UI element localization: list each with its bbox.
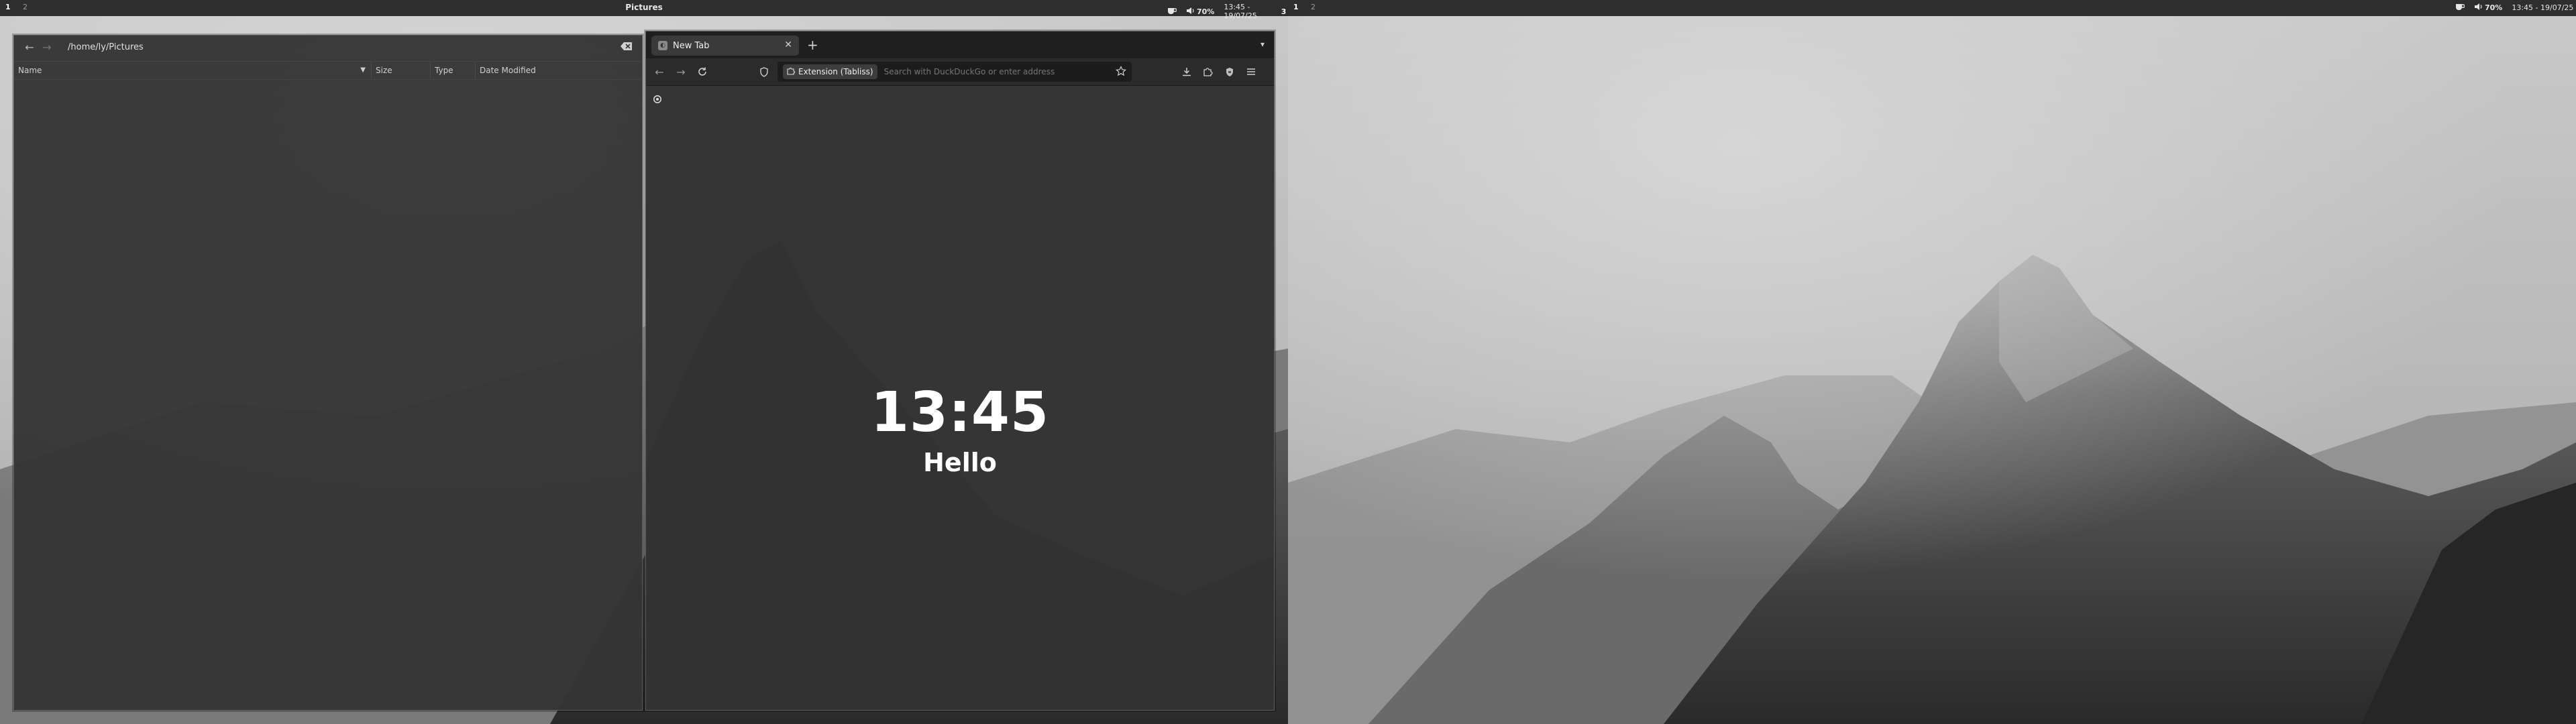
extension-identity-chip[interactable]: Extension (Tabliss) (783, 64, 877, 79)
workspace-2[interactable]: 2 (1311, 3, 1316, 11)
extensions-puzzle-icon[interactable] (1201, 65, 1215, 78)
speaker-icon (1186, 7, 1195, 17)
ublock-shield-icon[interactable] (1223, 65, 1236, 78)
forward-arrow-icon[interactable]: → (38, 38, 56, 56)
forward-arrow-icon[interactable]: → (674, 65, 688, 78)
back-arrow-icon[interactable]: ← (21, 38, 38, 56)
volume-indicator[interactable]: 70% (2474, 3, 2502, 13)
workspace-1[interactable]: 1 (1293, 3, 1299, 11)
volume-level: 70% (1197, 7, 1215, 16)
file-list-area[interactable] (14, 80, 642, 710)
tabliss-favicon-icon: ◐ (658, 41, 667, 50)
close-tab-icon[interactable]: ✕ (784, 40, 792, 50)
downloads-icon[interactable] (1180, 65, 1193, 78)
address-input[interactable] (883, 67, 1106, 76)
file-manager-toolbar: ← → /home/ly/Pictures (14, 36, 642, 58)
top-bar: 1 2 Pictures 70% 13:45 - 19/07/25 3 4 (0, 0, 1288, 20)
coffee-icon[interactable] (1167, 7, 1177, 17)
tabliss-greeting: Hello (923, 448, 997, 477)
location-path[interactable]: /home/ly/Pictures (68, 42, 144, 52)
reload-icon[interactable] (696, 65, 709, 78)
puzzle-piece-icon (787, 67, 795, 77)
top-bar: 1 2 70% 13:45 - 19/07/25 (1288, 0, 2576, 16)
volume-level: 70% (2485, 3, 2503, 12)
address-bar[interactable]: Extension (Tabliss) (777, 62, 1132, 82)
column-name[interactable]: Name ▼ (14, 62, 372, 79)
settings-gear-icon[interactable] (653, 94, 662, 107)
coffee-icon[interactable] (2455, 3, 2465, 13)
new-tab-plus-icon[interactable]: + (807, 37, 818, 53)
navigation-bar: ← → Extension (Tabliss) (646, 58, 1274, 86)
file-list-header: Name ▼ Size Type Date Modified (14, 61, 642, 80)
clock-date[interactable]: 13:45 - 19/07/25 (1224, 3, 1256, 20)
shield-icon[interactable] (757, 65, 771, 78)
tab-new-tab[interactable]: ◐ New Tab ✕ (651, 36, 799, 56)
list-all-tabs-chevron-icon[interactable]: ▾ (1260, 40, 1265, 49)
new-tab-page: 13:45 Hello (646, 86, 1274, 710)
right-monitor: 1 2 70% 13:45 - 19/07/25 (1288, 0, 2576, 724)
volume-indicator[interactable]: 70% (1186, 7, 1214, 17)
column-size[interactable]: Size (372, 62, 431, 79)
tab-title: New Tab (673, 40, 710, 51)
column-name-label: Name (18, 66, 42, 75)
back-arrow-icon[interactable]: ← (653, 65, 666, 78)
active-window-title: Pictures (625, 3, 663, 12)
column-type[interactable]: Type (431, 62, 476, 79)
desktop-wallpaper (1288, 0, 2576, 724)
sort-descending-icon: ▼ (360, 66, 366, 74)
speaker-icon (2474, 3, 2483, 13)
left-monitor: 1 2 Pictures 70% 13:45 - 19/07/25 3 4 ← … (0, 0, 1288, 724)
extension-label: Extension (Tabliss) (798, 67, 873, 76)
hamburger-menu-icon[interactable] (1244, 65, 1258, 78)
file-manager-window: ← → /home/ly/Pictures Name ▼ Size Type D… (13, 35, 643, 711)
tabliss-clock: 13:45 (870, 381, 1049, 444)
column-date-modified[interactable]: Date Modified (476, 62, 583, 79)
tab-bar: ◐ New Tab ✕ + ▾ (646, 32, 1274, 58)
clock-date[interactable]: 13:45 - 19/07/25 (2512, 3, 2573, 12)
bookmark-star-icon[interactable] (1116, 66, 1126, 79)
browser-window: ◐ New Tab ✕ + ▾ ← → Extension (Tabliss) … (645, 31, 1275, 711)
workspace-3[interactable]: 3 (1281, 7, 1287, 16)
clear-location-icon[interactable] (621, 41, 633, 54)
